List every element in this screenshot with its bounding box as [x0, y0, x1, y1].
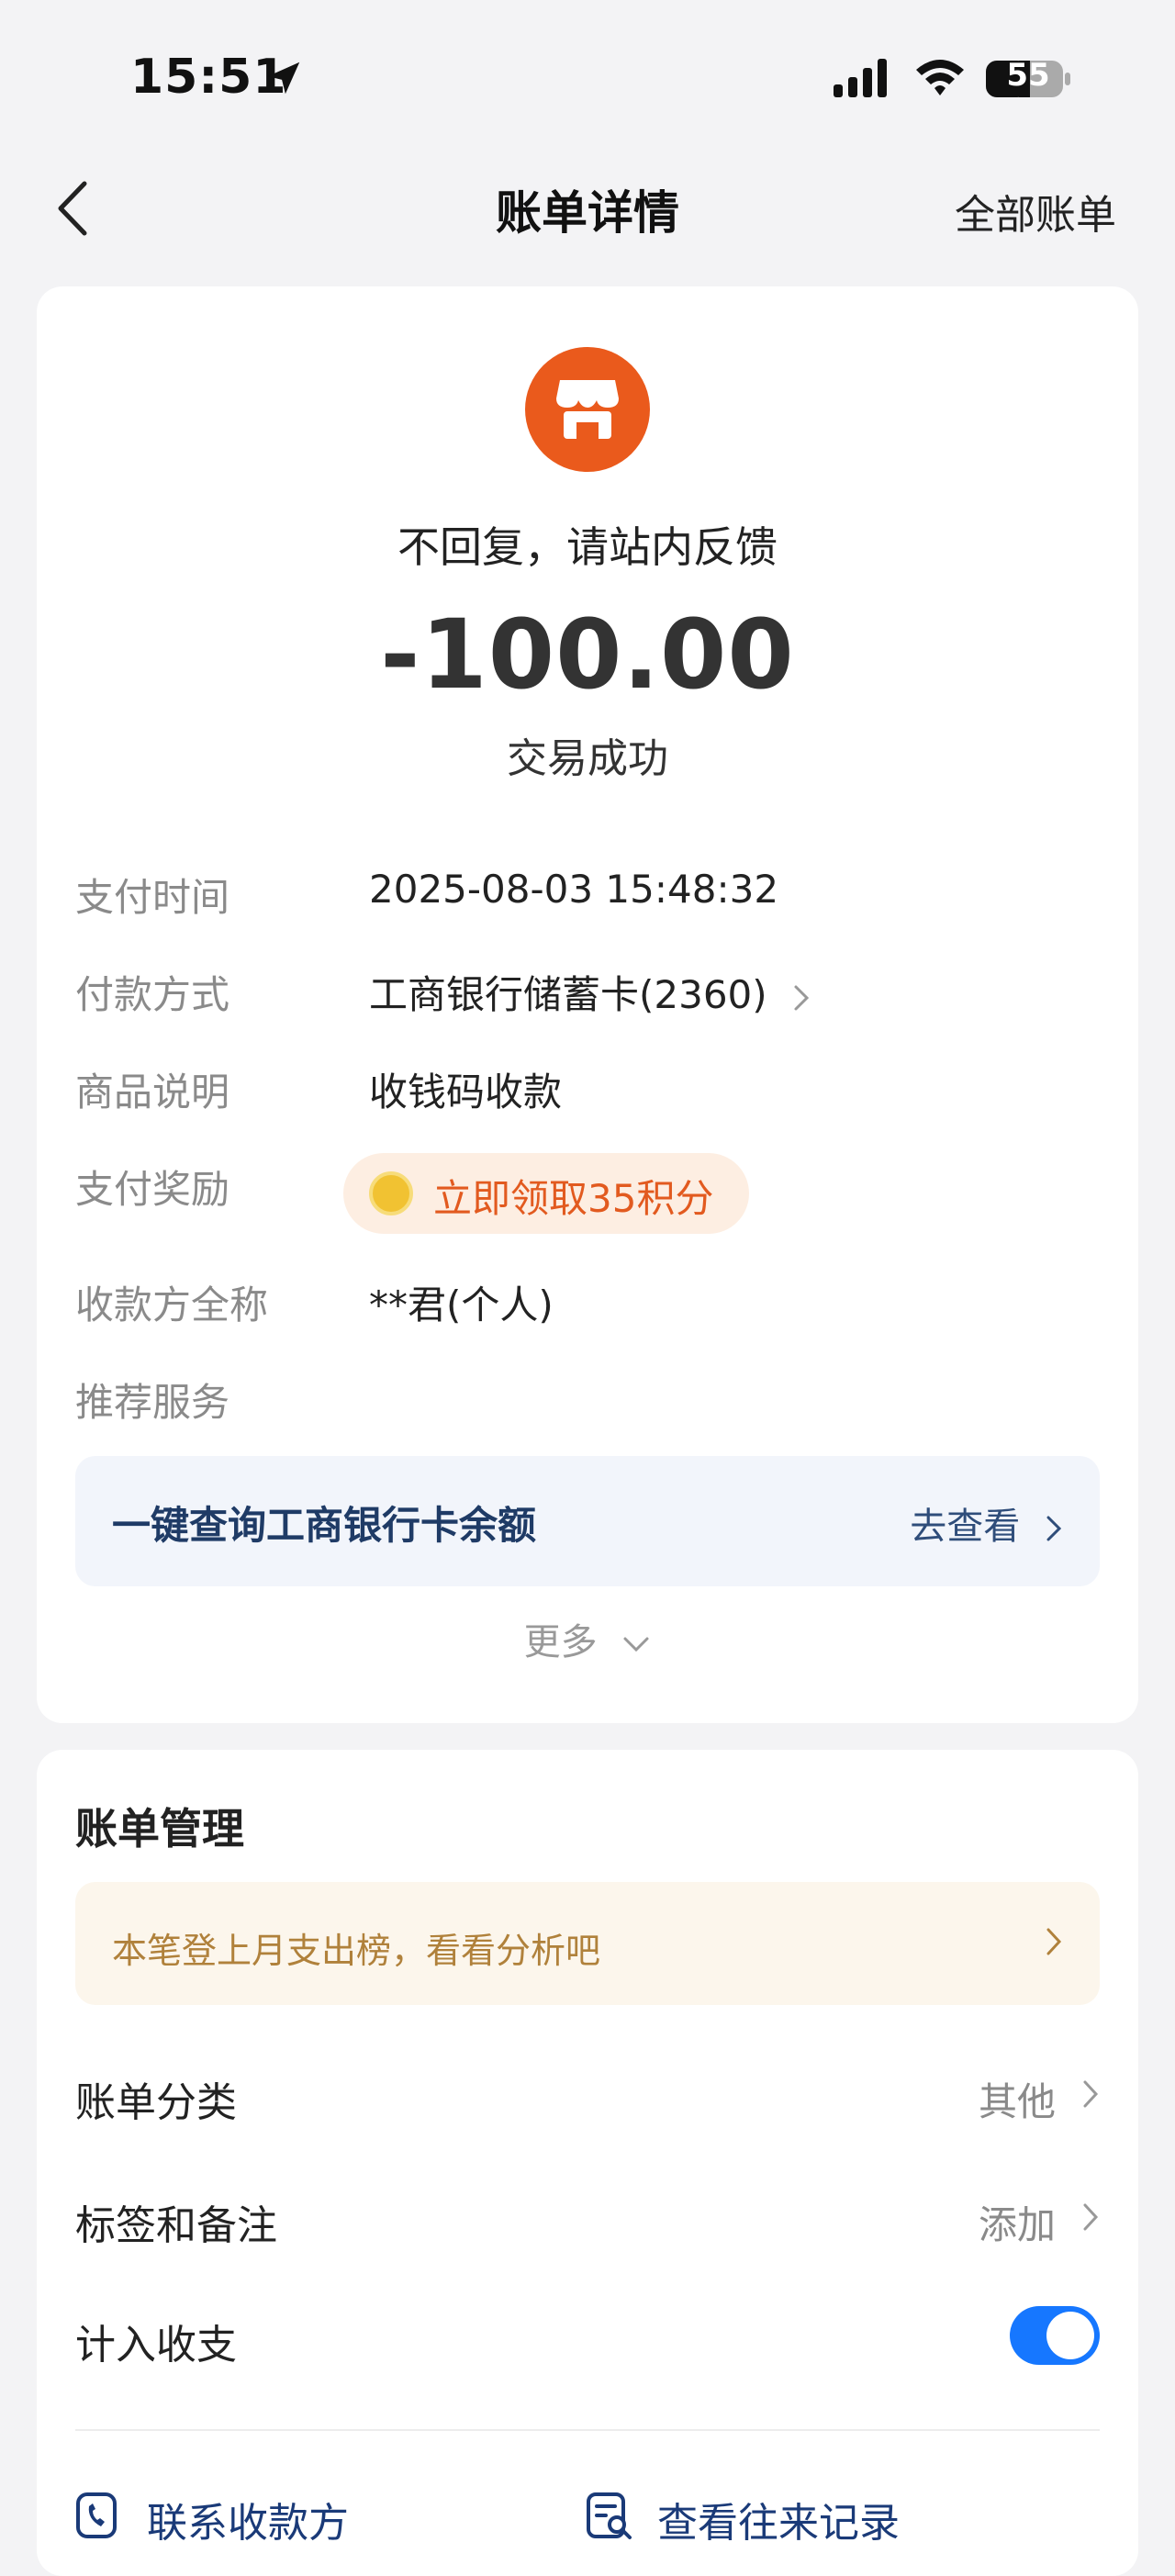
chevron-right-icon — [1046, 1516, 1062, 1541]
merchant-name: 不回复，请站内反馈 — [397, 522, 778, 572]
pay-method-value: 工商银行储蓄卡(2360) — [369, 972, 767, 1017]
include-in-stats-label: 计入收支 — [75, 2322, 237, 2369]
service-action[interactable]: 去查看 — [910, 1496, 1063, 1550]
cellular-signal-icon — [834, 59, 887, 97]
bill-category-value: 其他 — [978, 2079, 1056, 2124]
bill-category-label: 账单分类 — [75, 2079, 237, 2126]
bank-balance-service[interactable]: 一键查询工商银行卡余额 去查看 — [75, 1456, 1100, 1586]
wifi-icon — [916, 60, 964, 95]
pay-time-value: 2025-08-03 15:48:32 — [369, 867, 779, 912]
contact-payee-button[interactable]: 联系收款方 — [75, 2481, 387, 2554]
include-in-stats-toggle[interactable] — [1010, 2306, 1100, 2365]
tags-notes-value: 添加 — [978, 2202, 1056, 2247]
nav-bar: 账单详情 全部账单 — [0, 147, 1175, 266]
banner-text: 本笔登上月支出榜，看看分析吧 — [112, 1931, 601, 1971]
product-desc-label: 商品说明 — [75, 1070, 230, 1114]
bill-management-card: 账单管理 本笔登上月支出榜，看看分析吧 账单分类 其他 标签和备注 添加 计入收… — [37, 1750, 1138, 2576]
tags-notes-row[interactable]: 标签和备注 添加 — [75, 2168, 1100, 2269]
service-action-label: 去查看 — [910, 1506, 1021, 1548]
toggle-knob — [1046, 2312, 1094, 2359]
chevron-right-icon — [1083, 2080, 1099, 2108]
view-history-label: 查看往来记录 — [657, 2500, 900, 2547]
service-title: 一键查询工商银行卡余额 — [112, 1503, 537, 1548]
recommend-label: 推荐服务 — [75, 1380, 230, 1425]
merchant-avatar — [525, 347, 650, 472]
status-bar: 15:51 55 — [0, 0, 1175, 147]
coin-icon — [369, 1171, 413, 1215]
transaction-amount: -100.00 — [380, 599, 795, 711]
section-title: 账单管理 — [75, 1804, 244, 1854]
chevron-right-icon — [1046, 1928, 1062, 1955]
divider — [75, 2429, 1100, 2431]
product-desc-value: 收钱码收款 — [369, 1070, 563, 1114]
phone-chat-icon — [76, 2492, 117, 2538]
payee-value: **君(个人) — [369, 1282, 554, 1327]
spending-analysis-banner[interactable]: 本笔登上月支出榜，看看分析吧 — [75, 1882, 1100, 2005]
chevron-down-icon — [623, 1637, 649, 1652]
claim-points-text: 立即领取35积分 — [433, 1176, 714, 1221]
claim-points-button[interactable]: 立即领取35积分 — [343, 1153, 749, 1234]
all-bills-link[interactable]: 全部账单 — [955, 182, 1116, 241]
transaction-card: 不回复，请站内反馈 -100.00 交易成功 支付时间 2025-08-03 1… — [37, 286, 1138, 1723]
payee-label: 收款方全称 — [75, 1282, 269, 1327]
bill-category-row[interactable]: 账单分类 其他 — [75, 2045, 1100, 2146]
include-in-stats-row: 计入收支 — [75, 2288, 1100, 2389]
tags-notes-label: 标签和备注 — [75, 2202, 277, 2249]
pay-method-row[interactable]: 工商银行储蓄卡(2360) — [369, 964, 811, 1020]
more-button[interactable]: 更多 — [37, 1612, 1138, 1665]
contact-payee-label: 联系收款方 — [147, 2500, 349, 2547]
transaction-status: 交易成功 — [507, 735, 668, 782]
more-label: 更多 — [523, 1621, 598, 1663]
pay-time-label: 支付时间 — [75, 875, 230, 920]
view-history-button[interactable]: 查看往来记录 — [586, 2481, 953, 2554]
chevron-right-icon — [794, 985, 810, 1010]
pay-method-label: 付款方式 — [75, 972, 230, 1017]
chevron-right-icon — [1083, 2203, 1099, 2231]
record-search-icon — [587, 2492, 632, 2539]
store-icon — [556, 380, 619, 439]
location-arrow-icon — [267, 62, 300, 95]
battery-level: 55 — [1006, 57, 1050, 94]
reward-label: 支付奖励 — [75, 1167, 230, 1212]
